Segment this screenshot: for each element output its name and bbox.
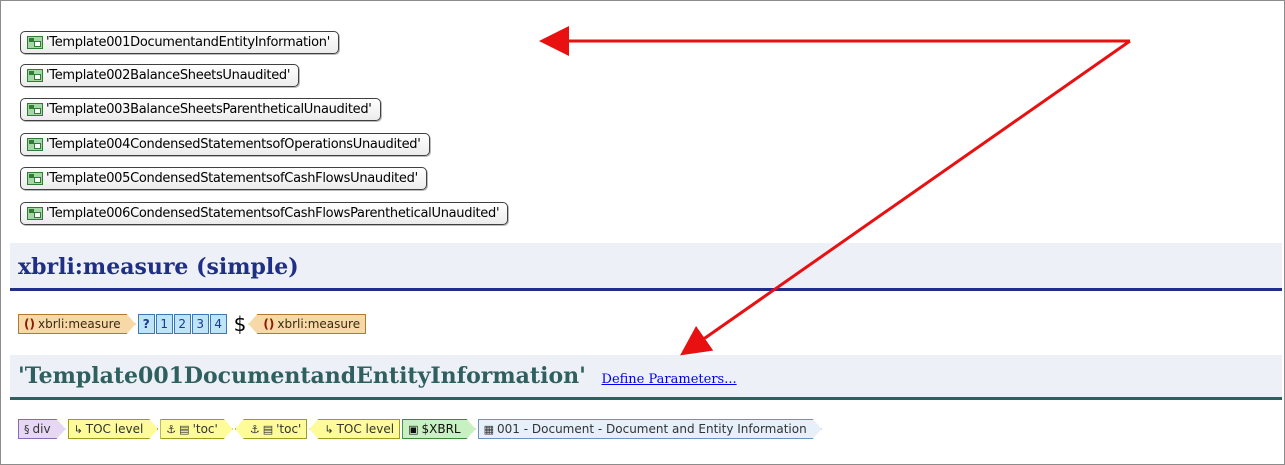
toc-bookmark-close-tag[interactable]: ⚓ ▤ 'toc' [234,419,308,439]
template-call-001[interactable]: 'Template001DocumentandEntityInformation… [20,31,339,54]
template-call-label: 'Template001DocumentandEntityInformation… [46,35,330,50]
toc-level-icon: ↳ [324,422,334,436]
xbrl-label: $XBRL [421,422,461,436]
template-call-label: 'Template003BalanceSheetsParentheticalUn… [46,102,372,117]
template-call-004[interactable]: 'Template004CondensedStatementsofOperati… [20,133,430,156]
predicate-button-4[interactable]: 4 [209,314,227,334]
template-icon [27,172,43,185]
template-icon [27,36,43,49]
template-heading-title: 'Template001DocumentandEntityInformation… [18,363,586,389]
anchor-icon: ⚓ [166,422,177,436]
toc-bookmark-label: 'toc' [276,422,302,436]
field-icon: ▤ [262,422,274,436]
template-call-005[interactable]: 'Template005CondensedStatementsofCashFlo… [20,167,427,190]
template-icon [27,138,43,151]
toc-level-icon: ↳ [73,422,83,436]
node-paren-icon: () [263,317,275,331]
measure-content-text: $ [233,312,247,336]
measure-open-label: xbrli:measure [37,317,121,331]
toc-level-open-tag[interactable]: ↳ TOC level [68,419,159,439]
toc-bookmark-open-tag[interactable]: ⚓ ▤ 'toc' [160,419,233,439]
document-template-tag[interactable]: ▦ 001 - Document - Document and Entity I… [478,419,822,439]
toc-level-close-tag[interactable]: ↳ TOC level [309,419,401,439]
template-icon [27,207,43,220]
node-paren-icon: () [24,317,35,331]
template-icon [27,69,43,82]
template-icon [27,103,43,116]
toc-tag-row: § div ↳ TOC level ⚓ ▤ 'toc' ⚓ ▤ 'toc' ↳ … [18,418,824,440]
template-call-label: 'Template002BalanceSheetsUnaudited' [46,68,291,83]
template-call-002[interactable]: 'Template002BalanceSheetsUnaudited' [20,64,300,87]
predicate-button-3[interactable]: 3 [191,314,209,334]
measure-close-tag[interactable]: () xbrli:measure [248,314,367,334]
predicate-button-1[interactable]: 1 [155,314,173,334]
template-call-003[interactable]: 'Template003BalanceSheetsParentheticalUn… [20,98,381,121]
predicate-button-help[interactable]: ? [137,314,155,334]
toc-level-label: TOC level [85,422,144,436]
template-call-label: 'Template006CondensedStatementsofCashFlo… [46,206,500,221]
template-call-label: 'Template004CondensedStatementsofOperati… [46,137,421,152]
style-icon: § [24,422,30,436]
predicate-button-2[interactable]: 2 [173,314,191,334]
source-node-icon: ▣ [408,422,419,436]
define-parameters-link[interactable]: Define Parameters... [602,372,737,387]
toc-level-label: TOC level [336,422,395,436]
template-call-006[interactable]: 'Template006CondensedStatementsofCashFlo… [20,202,509,225]
xbrl-source-tag[interactable]: ▣ $XBRL [402,419,476,439]
template-heading-measure: xbrli:measure (simple) [10,243,1282,291]
measure-open-tag[interactable]: () xbrli:measure [18,314,136,334]
document-icon: ▦ [483,422,495,436]
field-icon: ▤ [179,422,190,436]
div-open-tag[interactable]: § div [18,419,66,439]
measure-tag-row: () xbrli:measure ? 1 2 3 4 $ () xbrli:me… [18,312,368,336]
anchor-icon: ⚓ [249,422,260,436]
measure-close-label: xbrli:measure [277,317,361,331]
toc-bookmark-label: 'toc' [192,422,218,436]
template-heading-document: 'Template001DocumentandEntityInformation… [10,355,1282,400]
document-label: 001 - Document - Document and Entity Inf… [497,422,807,436]
div-label: div [32,422,51,436]
template-call-label: 'Template005CondensedStatementsofCashFlo… [46,171,418,186]
